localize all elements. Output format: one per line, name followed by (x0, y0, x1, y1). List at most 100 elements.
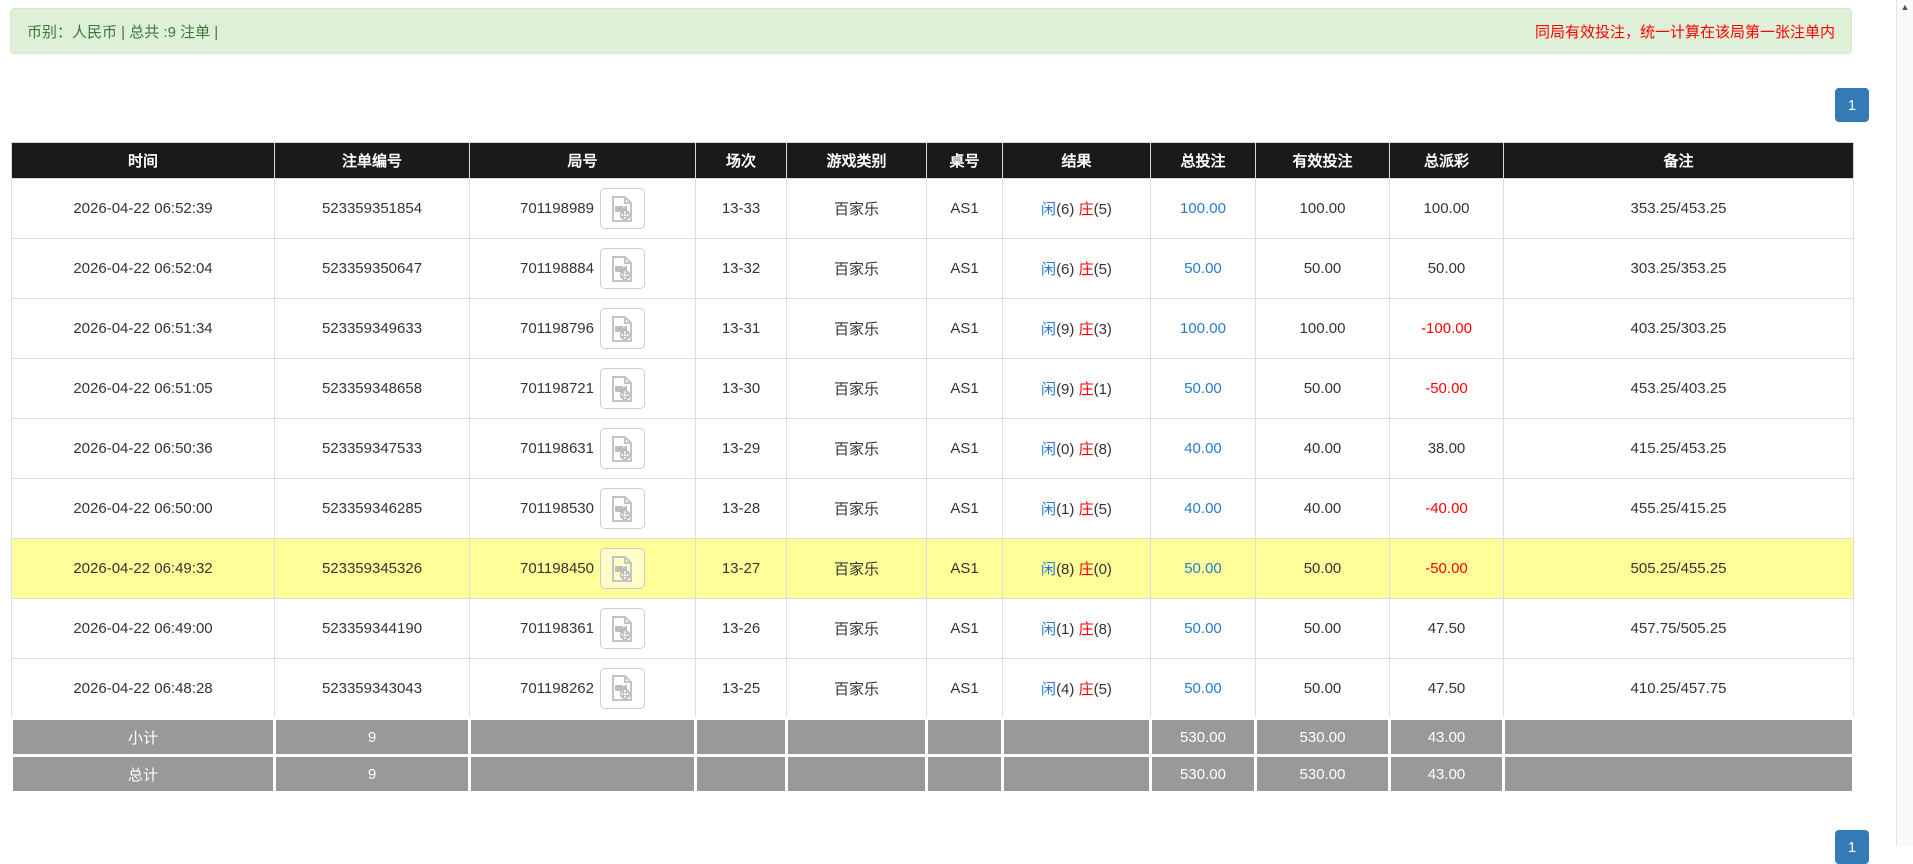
total-bet-link[interactable]: 50.00 (1184, 680, 1222, 697)
cell-session: 13-25 (695, 658, 787, 719)
result-player-label: 闲 (1041, 680, 1057, 698)
cell-valid-bet: 50.00 (1255, 658, 1390, 719)
cell-bet-id: 523359351854 (274, 178, 470, 239)
col-header-table-no: 桌号 (926, 142, 1003, 179)
round-number: 701198530 (520, 500, 594, 517)
cell-round: 701198989 (469, 178, 696, 239)
cell-result: 闲(0) 庄(8) (1002, 418, 1151, 479)
result-player-label: 闲 (1041, 441, 1057, 458)
round-number: 701198450 (520, 560, 594, 577)
round-number: 701198884 (520, 260, 594, 277)
cell-round: 701198530 (469, 478, 696, 539)
cell-round: 701198884 (469, 238, 696, 299)
result-banker-label: 庄 (1078, 501, 1094, 518)
total-bet-link[interactable]: 50.00 (1184, 620, 1222, 637)
cell-result: 闲(1) 庄(5) (1002, 478, 1151, 539)
total-bet-link[interactable]: 50.00 (1184, 260, 1222, 277)
total-bet-link[interactable]: 50.00 (1184, 560, 1222, 577)
scrollbar[interactable]: ▲ (1896, 0, 1913, 846)
cell-game-type: 百家乐 (786, 358, 927, 419)
cell-game-type: 百家乐 (786, 598, 927, 659)
cell-game-type: 百家乐 (786, 478, 927, 539)
page-button-1-top[interactable]: 1 (1835, 88, 1869, 122)
result-player-score: (6) (1056, 201, 1075, 218)
video-replay-button[interactable] (599, 248, 645, 289)
subtotal-label: 小计 (10, 717, 276, 757)
cell-table-no: AS1 (926, 418, 1003, 479)
bets-table: 时间 注单编号 局号 场次 游戏类别 桌号 结果 总投注 有效投注 总派彩 备注… (10, 142, 1855, 794)
col-header-result: 结果 (1002, 142, 1151, 179)
result-banker-score: (3) (1093, 321, 1112, 338)
cell-result: 闲(9) 庄(1) (1002, 358, 1151, 419)
result-player-label: 闲 (1041, 261, 1057, 278)
cell-total-bet: 40.00 (1150, 478, 1256, 539)
result-banker-score: (5) (1093, 501, 1112, 518)
video-file-icon (612, 375, 633, 402)
video-replay-button[interactable] (599, 188, 645, 229)
round-number: 701198262 (520, 679, 594, 697)
cell-game-type: 百家乐 (786, 178, 927, 239)
cell-remark: 410.25/457.75 (1503, 658, 1854, 719)
video-replay-button[interactable] (599, 308, 645, 349)
cell-game-type: 百家乐 (786, 238, 927, 299)
total-bet-link[interactable]: 40.00 (1184, 500, 1222, 517)
cell-remark: 303.25/353.25 (1503, 238, 1854, 299)
video-replay-button[interactable] (599, 548, 645, 589)
result-player-score: (1) (1056, 621, 1075, 638)
total-bet-link[interactable]: 100.00 (1180, 320, 1226, 337)
total-valid-bet: 530.00 (1254, 754, 1391, 794)
cell-table-no: AS1 (926, 178, 1003, 239)
cell-result: 闲(1) 庄(8) (1002, 598, 1151, 659)
video-replay-button[interactable] (599, 428, 645, 469)
cell-bet-id: 523359348658 (274, 358, 470, 419)
video-replay-button[interactable] (599, 608, 645, 649)
video-file-icon (612, 675, 633, 701)
cell-payout: 38.00 (1389, 418, 1504, 479)
header-row: 时间 注单编号 局号 场次 游戏类别 桌号 结果 总投注 有效投注 总派彩 备注 (11, 142, 1854, 179)
cell-table-no: AS1 (926, 658, 1003, 719)
cell-remark: 455.25/415.25 (1503, 478, 1854, 539)
col-header-valid-bet: 有效投注 (1255, 142, 1390, 179)
cell-total-bet: 50.00 (1150, 598, 1256, 659)
cell-time: 2026-04-22 06:51:34 (11, 298, 275, 359)
total-bet-link[interactable]: 100.00 (1180, 200, 1226, 217)
cell-bet-id: 523359344190 (274, 598, 470, 659)
total-label: 总计 (10, 754, 276, 794)
cell-game-type: 百家乐 (786, 298, 927, 359)
result-player-score: (1) (1056, 501, 1075, 518)
video-replay-button[interactable] (599, 368, 645, 409)
total-payout: 43.00 (1388, 754, 1505, 794)
bets-table-body: 2026-04-22 06:52:39 523359351854 7011989… (11, 178, 1854, 719)
round-number: 701198631 (520, 440, 594, 457)
result-player-label: 闲 (1041, 201, 1057, 218)
result-banker-label: 庄 (1078, 321, 1094, 338)
cell-result: 闲(8) 庄(0) (1002, 538, 1151, 599)
video-replay-button[interactable] (599, 667, 645, 709)
video-file-icon (612, 615, 633, 642)
video-replay-button[interactable] (599, 488, 645, 529)
notice-text: 同局有效投注，统一计算在该局第一张注单内 (1534, 23, 1835, 41)
cell-bet-id: 523359343043 (274, 658, 470, 719)
scroll-up-icon[interactable]: ▲ (1897, 2, 1913, 12)
cell-game-type: 百家乐 (786, 418, 927, 479)
payout-value: -40.00 (1425, 500, 1468, 517)
result-player-score: (9) (1056, 321, 1075, 338)
result-player-label: 闲 (1041, 621, 1057, 638)
video-file-icon (612, 255, 633, 282)
cell-result: 闲(6) 庄(5) (1002, 178, 1151, 239)
page-button-1-bottom[interactable]: 1 (1835, 830, 1869, 864)
cell-round: 701198631 (469, 418, 696, 479)
cell-table-no: AS1 (926, 478, 1003, 539)
total-bet-link[interactable]: 50.00 (1184, 380, 1222, 397)
cell-session: 13-27 (695, 538, 787, 599)
col-header-payout: 总派彩 (1389, 142, 1504, 179)
payout-value: 47.50 (1427, 620, 1466, 637)
result-player-score: (0) (1056, 441, 1075, 458)
payout-value: -100.00 (1421, 320, 1472, 337)
total-bet-link[interactable]: 40.00 (1184, 440, 1222, 457)
table-row: 2026-04-22 06:52:39 523359351854 7011989… (11, 178, 1854, 239)
video-file-icon (612, 555, 633, 582)
result-banker-score: (5) (1093, 680, 1112, 698)
cell-table-no: AS1 (926, 298, 1003, 359)
cell-bet-id: 523359346285 (274, 478, 470, 539)
